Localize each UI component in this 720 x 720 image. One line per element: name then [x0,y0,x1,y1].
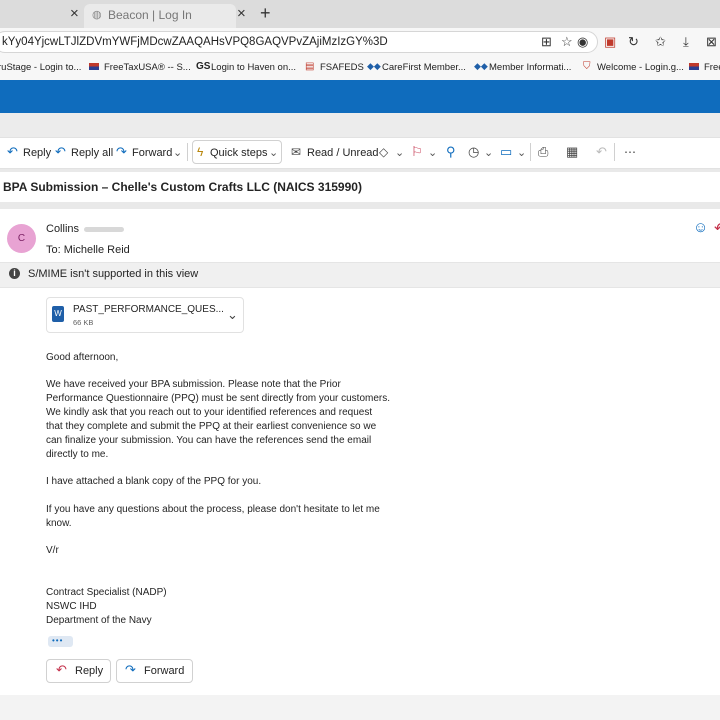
divider [530,143,531,161]
shield-icon: ⛉ [583,61,591,72]
chevron-down-icon[interactable]: ⌄ [173,146,182,159]
refresh-icon[interactable]: ↻ [628,34,639,50]
reply-all-button[interactable]: Reply all [71,147,113,159]
gs-icon: GS [196,61,211,72]
chevron-down-icon[interactable]: ⌄ [517,146,526,159]
body-line: We have received your BPA submission. Pl… [46,379,341,390]
favorite-item[interactable]: CareFirst Member... [382,62,466,73]
body-line: know. [46,518,72,529]
pin-icon[interactable]: ⚲ [446,144,456,160]
extension-icon[interactable]: ▣ [604,34,616,50]
sender-name[interactable]: Collins [46,223,79,235]
message-subject: BPA Submission – Chelle's Custom Crafts … [3,180,362,194]
quick-steps-label: Quick steps [210,147,268,159]
body-line: that they complete and submit the PPQ at… [46,421,377,432]
globe-icon: ◍ [92,9,102,21]
chevron-down-icon[interactable]: ⌄ [227,307,238,323]
avatar[interactable]: C [7,224,36,253]
reply-arrow-icon[interactable]: ↶ [714,219,720,237]
forward-icon: ↷ [116,144,127,159]
flag-icon [689,63,699,70]
more-options-icon[interactable]: ⋯ [624,145,636,159]
reply-button[interactable]: Reply [23,147,51,159]
chevron-down-icon[interactable]: ⌄ [484,146,493,159]
body-line: We kindly ask that you reach out to your… [46,407,373,418]
document-icon: ▤ [305,61,315,72]
divider [187,143,188,161]
close-tab-icon[interactable]: × [237,6,246,21]
new-tab-button[interactable]: + [260,3,271,24]
tab-title: Beacon | Log In [108,8,192,22]
immersive-reader-icon[interactable]: ▦ [566,144,578,160]
footer-area [0,695,720,720]
ellipsis-icon: ••• [52,636,64,645]
divider [614,143,615,161]
favorites-icon[interactable]: ✩ [655,34,666,50]
reply-action-label: Reply [75,665,104,677]
envelope-icon: ✉ [291,145,302,159]
close-tab-icon[interactable]: × [70,6,79,21]
undo-icon[interactable]: ↶ [596,144,607,160]
redacted-sender-address [84,227,124,232]
forward-icon: ↷ [125,662,136,677]
favorite-star-icon[interactable]: ☆ [561,34,573,50]
favorite-item[interactable]: ruStage - Login to... [0,62,81,73]
carefirst-icon: ◆◆ [367,61,381,71]
reply-icon: ↶ [56,662,67,677]
clock-icon[interactable]: ◷ [468,144,479,160]
recipients: To: Michelle Reid [46,244,130,256]
attachment-name: PAST_PERFORMANCE_QUES... [73,304,224,315]
header-spacer [0,113,720,137]
app-header [0,80,720,113]
chevron-down-icon[interactable]: ⌄ [428,146,437,159]
eye-icon[interactable]: ◉ [577,34,588,50]
move-to-icon[interactable]: ▭ [500,144,512,160]
body-line: Good afternoon, [46,352,119,363]
tag-icon[interactable]: ◇ [379,145,388,159]
favorite-item[interactable]: Free [704,62,720,73]
chevron-down-icon[interactable]: ⌄ [395,146,404,159]
signature-line: Contract Specialist (NADP) [46,587,167,598]
reader-view-icon[interactable]: ⊞ [541,34,552,50]
flag-icon[interactable]: ⚐ [411,144,423,160]
signature-line: Department of the Navy [46,615,152,626]
screenshot-icon[interactable]: ⊠ [706,34,717,50]
favorite-item[interactable]: Welcome - Login.g... [597,62,684,73]
chevron-down-icon[interactable]: ⌄ [269,146,278,159]
smime-notice: S/MIME isn't supported in this view [28,268,199,280]
reply-all-icon: ↶ [55,144,66,159]
body-line: V/r [46,545,59,556]
info-icon: i [9,268,20,279]
reply-icon: ↶ [7,144,18,159]
lightning-icon: ϟ [197,145,204,159]
body-line: directly to me. [46,449,109,460]
carefirst-icon: ◆◆ [474,61,488,71]
attachment-card[interactable] [46,297,244,333]
emoji-reaction-icon[interactable]: ☺ [693,219,708,236]
forward-action-label: Forward [144,665,185,677]
read-unread-button[interactable]: Read / Unread [307,147,379,159]
url-text: kYy04YjcwLTJlZDVmYWFjMDcwZAAQAHsVPQ8GAQV… [2,36,388,48]
favorite-item[interactable]: FreeTaxUSA® -- S... [104,62,191,73]
body-line: If you have any questions about the proc… [46,504,380,515]
print-icon[interactable]: ⎙ [538,144,548,160]
flag-icon [89,63,99,70]
signature-line: NSWC IHD [46,601,97,612]
forward-button[interactable]: Forward [132,147,172,159]
word-file-icon: W [52,306,64,322]
attachment-size: 66 KB [73,318,94,327]
body-line: can finalize your submission. You can ha… [46,435,372,446]
body-line: Performance Questionnaire (PPQ) must be … [46,393,391,404]
favorite-item[interactable]: FSAFEDS [320,62,364,73]
favorite-item[interactable]: Login to Haven on... [211,62,296,73]
body-line: I have attached a blank copy of the PPQ … [46,476,262,487]
favorite-item[interactable]: Member Informati... [489,62,571,73]
download-icon[interactable]: ⤓ [683,34,689,50]
